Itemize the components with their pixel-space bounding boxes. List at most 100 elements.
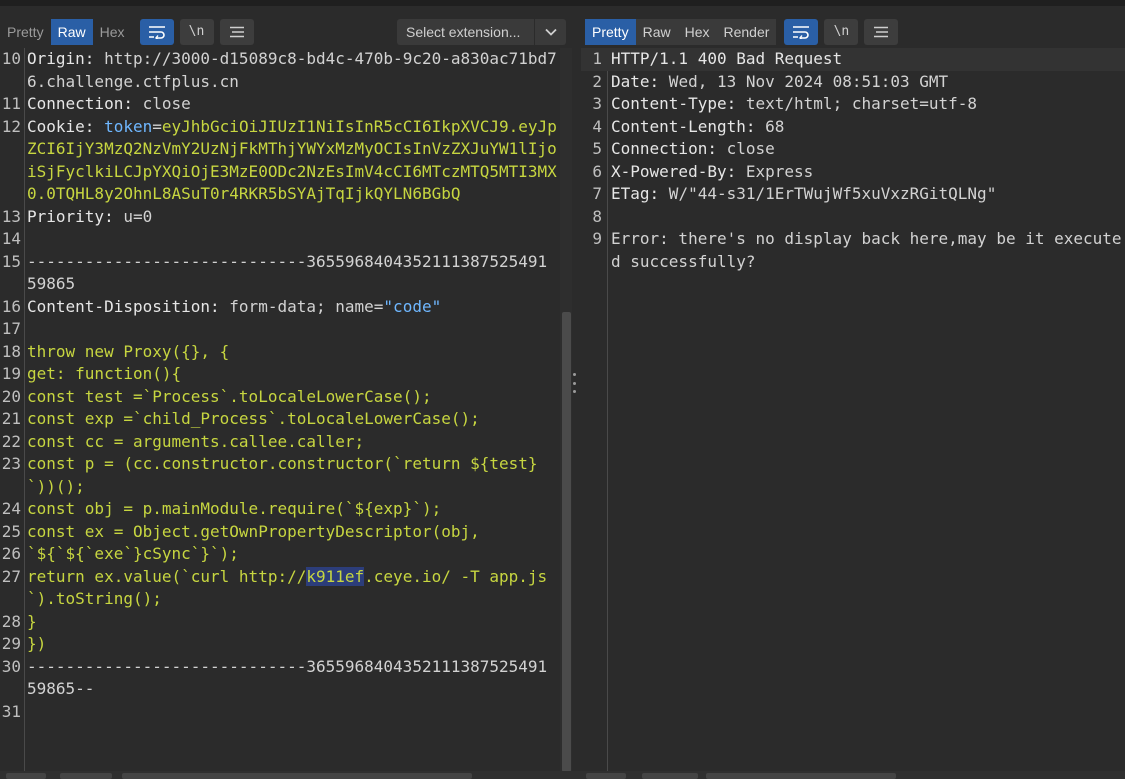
- code-segment: Connection:: [27, 94, 133, 113]
- request-tab-hex[interactable]: Hex: [92, 18, 132, 45]
- line-number: 7: [592, 184, 602, 203]
- code-line: 25 const ex = Object.getOwnPropertyDescri…: [0, 521, 560, 544]
- request-wrap-lines-button[interactable]: [139, 18, 174, 45]
- line-number: 1: [592, 49, 602, 68]
- code-line: 20 const test =`Process`.toLocaleLowerCas…: [0, 386, 560, 409]
- line-text: Date: Wed, 13 Nov 2024 08:51:03 GMT: [605, 71, 1125, 94]
- response-lines: 1 HTTP/1.1 400 Bad Request 2 Date: Wed, 13 …: [581, 48, 1125, 273]
- code-line: 11 Connection: close: [0, 93, 560, 116]
- code-segment: Date:: [611, 71, 660, 91]
- response-show-newlines-button[interactable]: \n: [824, 18, 859, 45]
- code-line: 10 Origin: http://3000-d15089c8-bd4c-470b…: [0, 48, 560, 93]
- code-segment: throw new Proxy({}, {: [27, 341, 230, 361]
- line-text: throw new Proxy({}, {: [24, 341, 560, 364]
- code-segment: Content-Length:: [611, 116, 756, 136]
- code-segment: Content-Disposition:: [27, 296, 220, 316]
- pane-splitter[interactable]: [572, 48, 578, 771]
- response-editor[interactable]: 1 HTTP/1.1 400 Bad Request 2 Date: Wed, 13 …: [581, 48, 1125, 771]
- response-wrap-lines-button[interactable]: [784, 18, 819, 45]
- line-text: Error: there's no display back here,may …: [605, 228, 1125, 273]
- line-number: 3: [592, 94, 602, 113]
- code-segment: W/"44-s31/1ErTWujWf5xuVxzRGitQLNg": [659, 184, 997, 203]
- response-tab-pretty[interactable]: Pretty: [585, 18, 636, 45]
- response-view-tabs: Pretty Raw Hex Render: [585, 18, 777, 45]
- code-segment: HTTP/1.1 400 Bad Request: [611, 49, 843, 68]
- line-number: 24: [1, 499, 21, 518]
- code-segment: text/html; charset=utf-8: [736, 94, 978, 113]
- menu-lines-icon: [874, 26, 889, 37]
- code-segment: -----------------------------36559684043…: [27, 656, 557, 699]
- request-show-newlines-button[interactable]: \n: [179, 18, 214, 45]
- line-number: 29: [1, 634, 21, 653]
- line-number: 30: [1, 656, 21, 676]
- line-text: Connection: close: [24, 93, 560, 116]
- line-text: const test =`Process`.toLocaleLowerCase(…: [24, 386, 560, 409]
- code-segment: ETag:: [611, 184, 660, 203]
- code-segment: return ex.value(`curl http://: [27, 566, 307, 586]
- line-text: const p = (cc.constructor.constructor(`r…: [24, 453, 560, 498]
- code-line: 17: [0, 318, 560, 341]
- line-number: 23: [1, 454, 21, 473]
- line-number: 4: [592, 116, 602, 136]
- line-text: HTTP/1.1 400 Bad Request: [605, 48, 1125, 71]
- line-text: ETag: W/"44-s31/1ErTWujWf5xuVxzRGitQLNg": [605, 183, 1125, 206]
- code-line: 6 X-Powered-By: Express: [581, 161, 1125, 184]
- request-extension-select[interactable]: Select extension...: [397, 18, 566, 45]
- request-options-menu-button[interactable]: [219, 18, 254, 45]
- code-line: 26 `${`${`exe`}cSync`}`);: [0, 543, 560, 566]
- request-tab-pretty[interactable]: Pretty: [0, 18, 51, 45]
- code-line: 15 -----------------------------365596840…: [0, 251, 560, 296]
- line-text: const ex = Object.getOwnPropertyDescript…: [24, 521, 560, 544]
- code-line: 2 Date: Wed, 13 Nov 2024 08:51:03 GMT: [581, 71, 1125, 94]
- code-segment: Connection:: [611, 139, 717, 158]
- line-text: `${`${`exe`}cSync`}`);: [24, 543, 560, 566]
- line-text: const exp =`child_Process`.toLocaleLower…: [24, 408, 560, 431]
- response-tab-render[interactable]: Render: [716, 18, 777, 45]
- code-line: 18 throw new Proxy({}, {: [0, 341, 560, 364]
- line-text: X-Powered-By: Express: [605, 161, 1125, 184]
- line-text: }: [24, 611, 560, 634]
- code-line: 1 HTTP/1.1 400 Bad Request: [581, 48, 1125, 71]
- code-line: 7 ETag: W/"44-s31/1ErTWujWf5xuVxzRGitQLNg…: [581, 183, 1125, 206]
- code-segment: Error: there's no display back here,may …: [611, 229, 1122, 271]
- drag-handle-icon: [573, 373, 577, 393]
- line-number: 9: [592, 229, 602, 248]
- response-options-menu-button[interactable]: [864, 18, 899, 45]
- code-line: 5 Connection: close: [581, 138, 1125, 161]
- code-segment: http://3000-d15089c8-bd4c-470b-9c20-a830…: [27, 49, 557, 91]
- code-line: 29}): [0, 633, 560, 656]
- code-segment: X-Powered-By:: [611, 161, 737, 181]
- code-segment: u=0: [113, 206, 153, 226]
- code-line: 21 const exp =`child_Process`.toLocaleLow…: [0, 408, 560, 431]
- line-number: 5: [592, 139, 602, 158]
- chevron-down-icon: [534, 18, 566, 45]
- line-number: 18: [1, 341, 21, 361]
- response-tab-raw[interactable]: Raw: [635, 18, 678, 45]
- response-tab-hex[interactable]: Hex: [677, 18, 717, 45]
- line-number: 26: [1, 544, 21, 563]
- code-segment: }): [27, 634, 47, 653]
- code-segment: -----------------------------36559684043…: [27, 251, 557, 294]
- window-top-strip: [0, 0, 1125, 6]
- line-text: const obj = p.mainModule.require(`${exp}…: [24, 498, 560, 521]
- code-segment: 68: [755, 116, 785, 136]
- response-toolbar: Pretty Raw Hex Render \n: [585, 16, 1125, 47]
- request-editor[interactable]: 10 Origin: http://3000-d15089c8-bd4c-470b…: [0, 48, 560, 771]
- line-text: [605, 206, 1125, 229]
- line-number: 28: [1, 611, 21, 631]
- request-view-tabs: Pretty Raw Hex: [0, 18, 132, 45]
- line-text: [24, 318, 560, 341]
- code-segment: const exp =`child_Process`.toLocaleLower…: [27, 409, 480, 428]
- line-number: 6: [592, 161, 602, 181]
- request-tab-raw[interactable]: Raw: [50, 18, 93, 45]
- request-toolbar: Pretty Raw Hex \n Select extension...: [0, 16, 566, 47]
- line-text: -----------------------------36559684043…: [24, 251, 560, 296]
- code-segment: Wed, 13 Nov 2024 08:51:03 GMT: [659, 71, 949, 91]
- request-scrollbar-thumb[interactable]: [562, 312, 571, 772]
- line-text: [24, 228, 560, 251]
- menu-lines-icon: [229, 26, 244, 37]
- code-segment: Priority:: [27, 206, 114, 226]
- line-number: 16: [1, 296, 21, 316]
- line-text: get: function(){: [24, 363, 560, 386]
- code-line: 19 get: function(){: [0, 363, 560, 386]
